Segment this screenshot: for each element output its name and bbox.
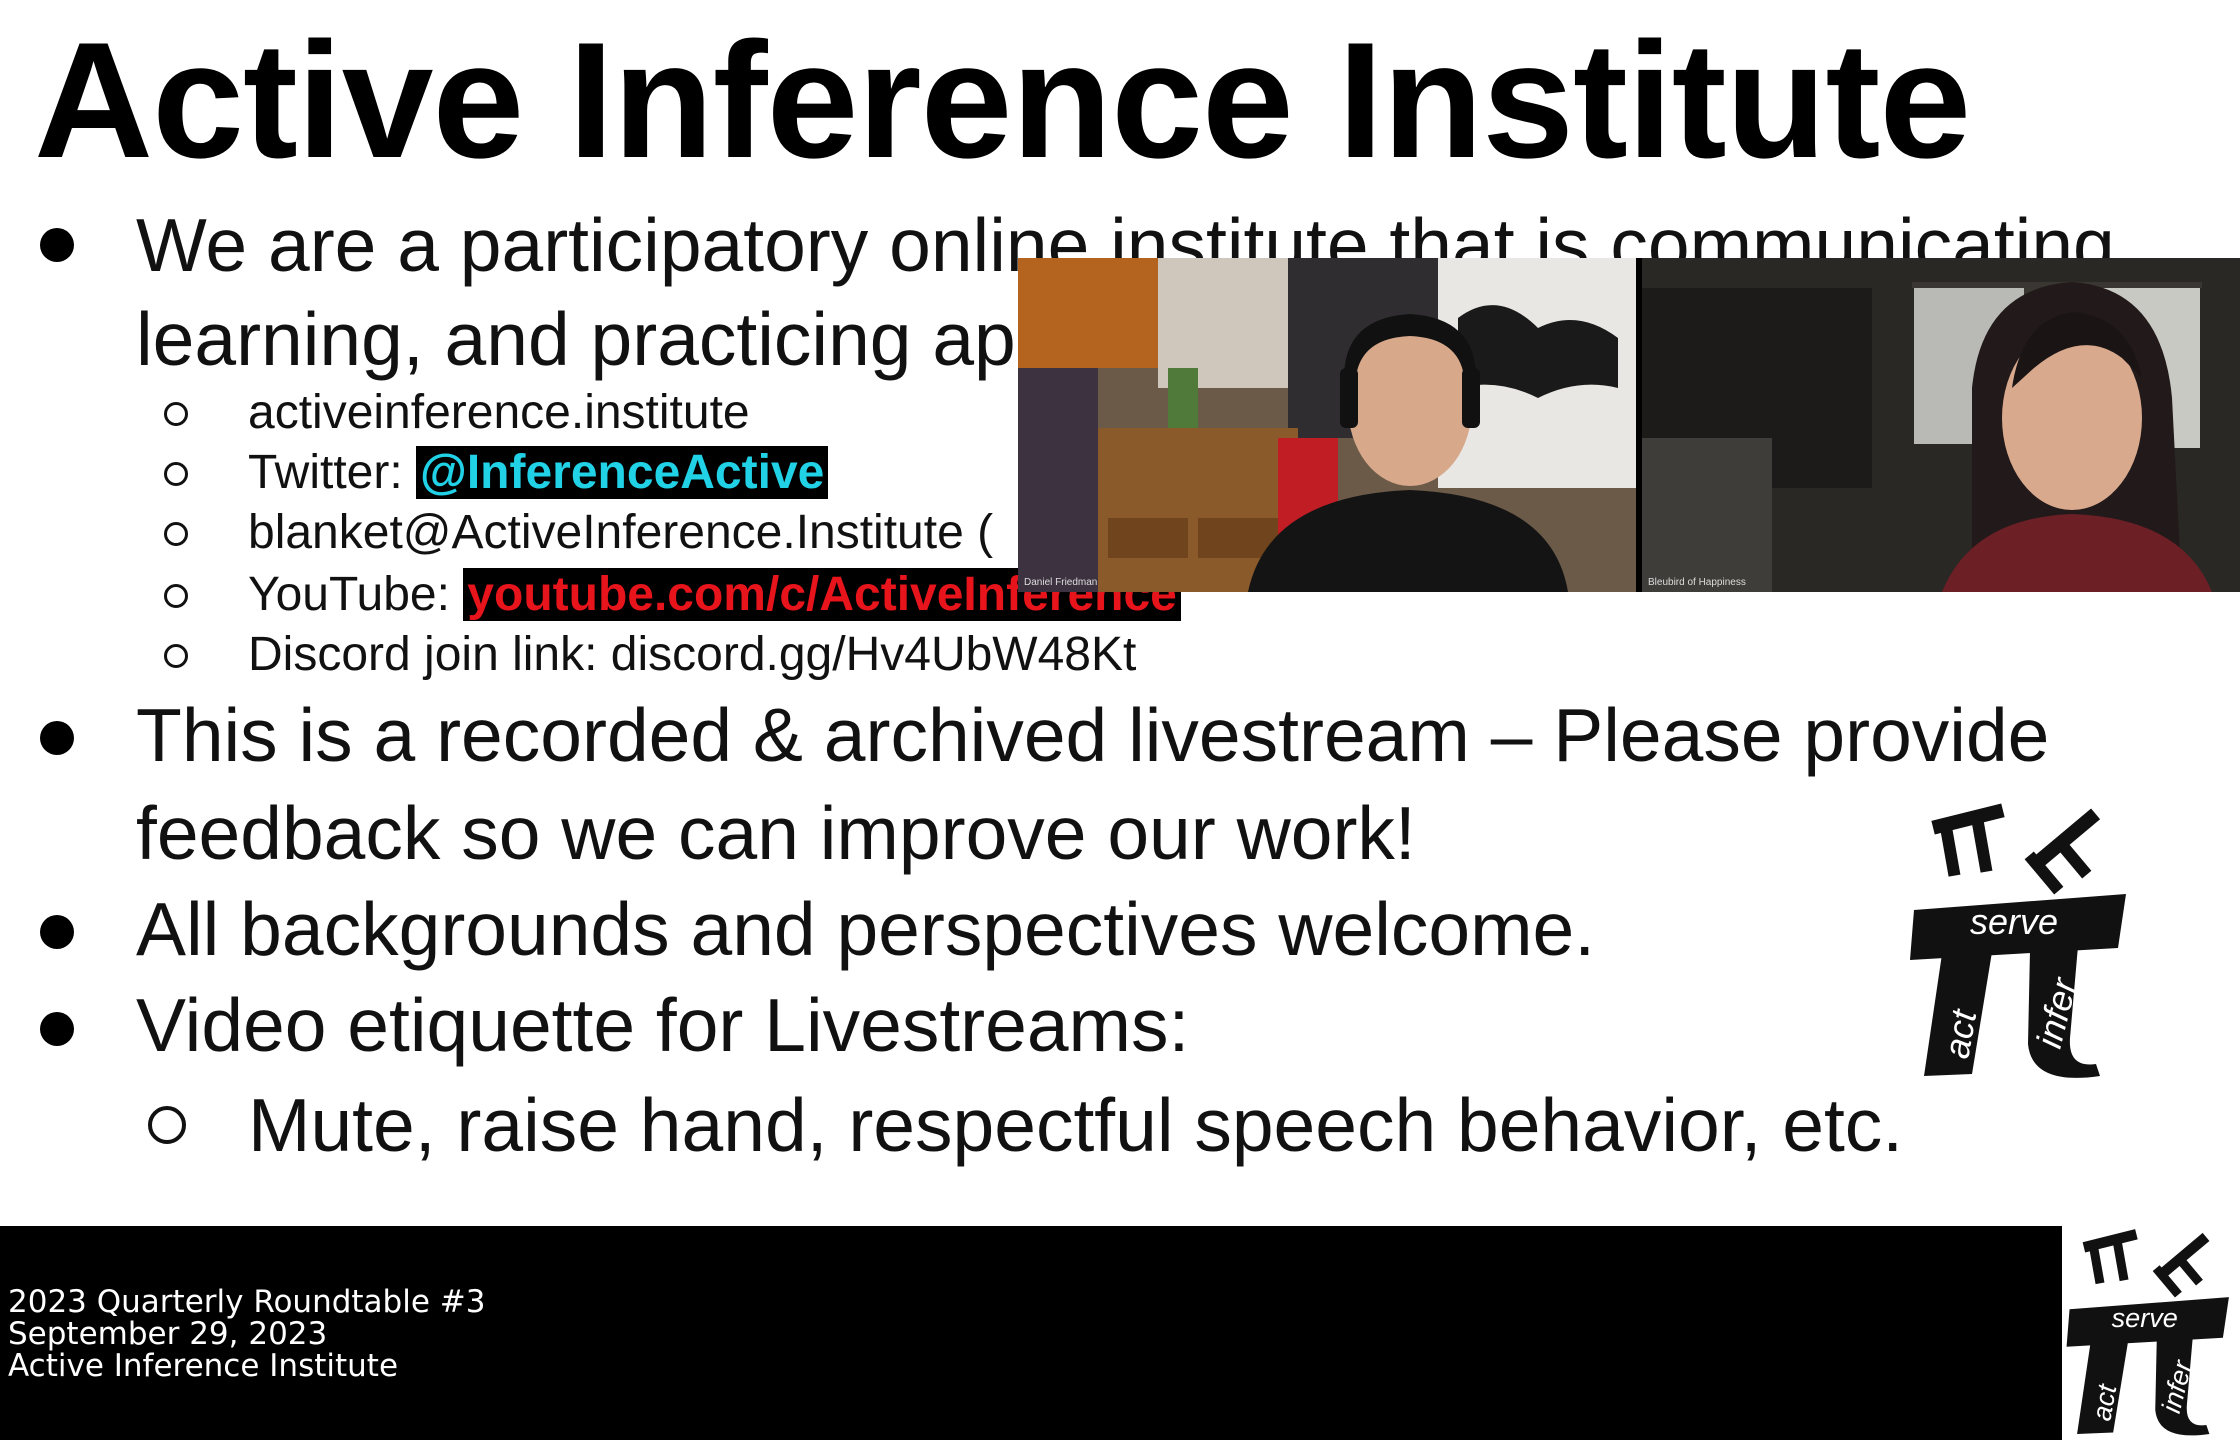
- stream-footer-bar: 2023 Quarterly Roundtable #3 September 2…: [0, 1226, 2062, 1440]
- participant-tile-1[interactable]: Daniel Friedman: [1018, 258, 1636, 592]
- bullet-2-line-2: feedback so we can improve our work!: [136, 791, 1416, 875]
- footer-logo-word-act: act: [2087, 1381, 2123, 1423]
- sub-bullet-ring: [164, 584, 188, 608]
- footer-logo-word-serve: serve: [2112, 1303, 2178, 1333]
- etiquette-text: Mute, raise hand, respectful speech beha…: [248, 1083, 1904, 1167]
- twitter-label: Twitter:: [248, 446, 417, 499]
- presentation-slide: Active Inference Institute We are a part…: [0, 0, 2240, 1226]
- logo-word-serve: serve: [1970, 901, 2058, 942]
- logo-word-act: act: [1936, 1005, 1985, 1061]
- bullet-4-text: Video etiquette for Livestreams:: [136, 983, 1190, 1067]
- video-call-overlay: Daniel Friedman Bleubird of Happiness: [1018, 258, 2240, 592]
- participant-1-video: [1018, 258, 1636, 592]
- sub-bullet-ring: [164, 522, 188, 546]
- bullet-dot: [40, 228, 74, 262]
- bullet-3-text: All backgrounds and perspectives welcome…: [136, 887, 1596, 971]
- bullet-dot: [40, 1012, 74, 1046]
- sub-bullet-ring: [148, 1106, 186, 1144]
- website-text: activeinference.institute: [248, 386, 750, 439]
- email-text: blanket@ActiveInference.Institute (: [248, 506, 994, 559]
- footer-event-title: 2023 Quarterly Roundtable #3: [8, 1284, 486, 1320]
- slide-title: Active Inference Institute: [34, 8, 1971, 192]
- sub-bullet-ring: [164, 462, 188, 486]
- participant-2-name: Bleubird of Happiness: [1648, 577, 1746, 588]
- participant-1-name: Daniel Friedman: [1024, 577, 1098, 588]
- bullet-2-line-1: This is a recorded & archived livestream…: [136, 693, 2050, 777]
- youtube-label: YouTube:: [248, 568, 464, 621]
- footer-date: September 29, 2023: [8, 1316, 328, 1352]
- sub-bullet-ring: [164, 644, 188, 668]
- participant-tile-2[interactable]: Bleubird of Happiness: [1642, 258, 2240, 592]
- discord-text: Discord join link: discord.gg/Hv4UbW48Kt: [248, 628, 1137, 681]
- sub-bullet-ring: [164, 402, 188, 426]
- participant-2-video: [1642, 258, 2240, 592]
- twitter-handle-link[interactable]: @InferenceActive: [416, 446, 829, 499]
- bullet-dot: [40, 915, 74, 949]
- active-inference-logo: serve act infer: [1910, 794, 2140, 1084]
- footer-logo: serve act infer: [2066, 1222, 2240, 1440]
- footer-organization: Active Inference Institute: [8, 1348, 399, 1384]
- bullet-dot: [40, 721, 74, 755]
